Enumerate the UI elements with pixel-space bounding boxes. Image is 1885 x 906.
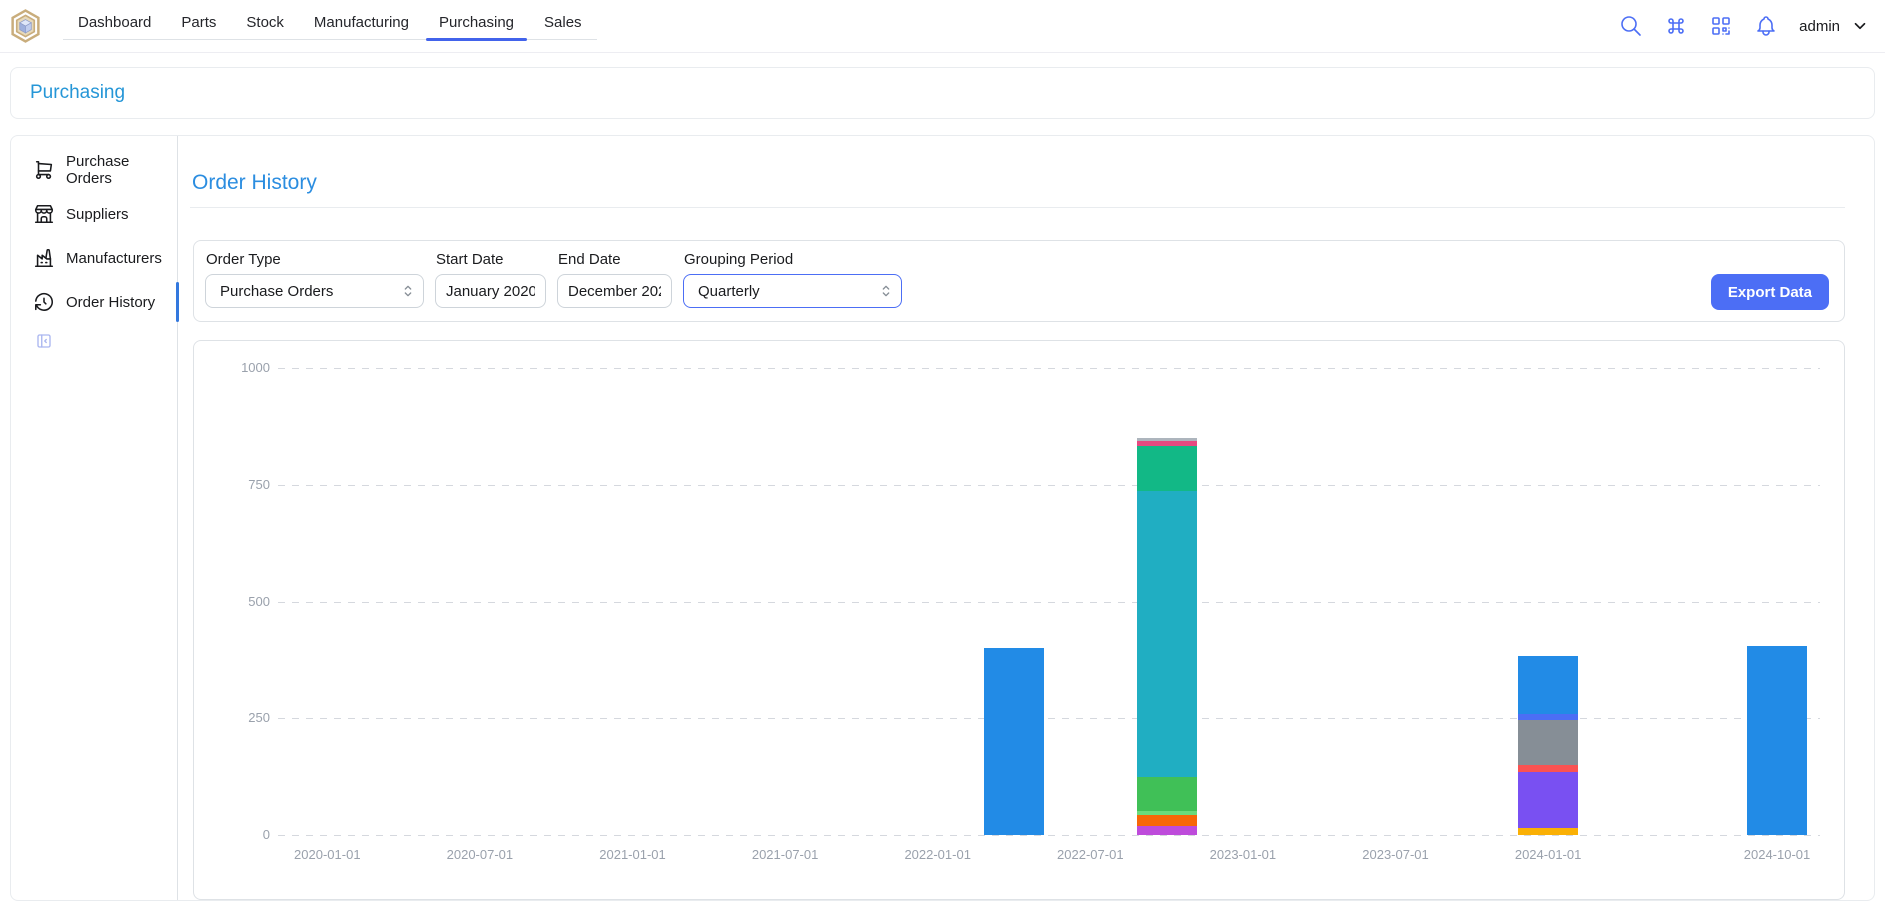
building-store-icon [33, 203, 55, 225]
x-axis-tick-label: 2020-01-01 [262, 847, 392, 863]
order-history-content: Order History Order Type Purchase Orders… [178, 136, 1874, 900]
factory-icon [33, 247, 55, 269]
x-axis-tick-label: 2020-07-01 [415, 847, 545, 863]
bar-segment [1518, 656, 1578, 714]
order-type-select[interactable]: Purchase Orders [205, 274, 424, 308]
search-icon[interactable] [1619, 14, 1643, 38]
bar-segment [1518, 720, 1578, 765]
title-divider [190, 207, 1845, 208]
selector-chevrons-icon [400, 283, 416, 299]
y-axis-tick-label: 0 [208, 827, 270, 843]
end-date-input[interactable] [558, 283, 671, 300]
x-axis-tick-label: 2021-07-01 [720, 847, 850, 863]
history-clock-icon [33, 291, 55, 313]
user-menu[interactable]: admin [1799, 17, 1869, 35]
sidebar-item-suppliers[interactable]: Suppliers [11, 192, 177, 236]
chart-gridline [278, 835, 1820, 836]
x-axis-tick-label: 2022-07-01 [1025, 847, 1155, 863]
purchasing-panel: Purchase Orders Suppliers Manufacturers … [10, 135, 1875, 901]
bar-segment [984, 648, 1044, 835]
sidebar-item-label: Purchase Orders [66, 153, 177, 187]
chart-gridline [278, 485, 1820, 486]
breadcrumb: Purchasing [10, 67, 1875, 119]
tab-parts[interactable]: Parts [166, 5, 231, 39]
inventree-logo[interactable] [10, 9, 41, 43]
x-axis-tick-label: 2022-01-01 [873, 847, 1003, 863]
page-title: Order History [192, 168, 1845, 198]
purchasing-sidebar: Purchase Orders Suppliers Manufacturers … [11, 136, 178, 900]
order-type-label: Order Type [206, 251, 424, 268]
command-palette-icon[interactable] [1664, 14, 1688, 38]
x-axis-tick-label: 2023-07-01 [1331, 847, 1461, 863]
sidebar-item-order-history[interactable]: Order History [11, 280, 177, 324]
chart-gridline [278, 602, 1820, 603]
grouping-period-value: Quarterly [698, 283, 760, 300]
end-date-label: End Date [558, 251, 672, 268]
sidebar-item-label: Suppliers [66, 206, 129, 223]
sidebar-item-purchase-orders[interactable]: Purchase Orders [11, 148, 177, 192]
x-axis-tick-label: 2024-10-01 [1712, 847, 1842, 863]
bar-segment [1518, 828, 1578, 835]
selector-chevrons-icon [878, 283, 894, 299]
breadcrumb-purchasing-link[interactable]: Purchasing [30, 82, 125, 104]
start-date-label: Start Date [436, 251, 546, 268]
tab-stock[interactable]: Stock [231, 5, 299, 39]
grouping-period-label: Grouping Period [684, 251, 902, 268]
bar-segment [1137, 491, 1197, 777]
filter-bar: Order Type Purchase Orders Start Date En… [193, 240, 1845, 322]
chevron-down-icon [1851, 17, 1869, 35]
sidebar-item-manufacturers[interactable]: Manufacturers [11, 236, 177, 280]
shopping-cart-icon [33, 159, 55, 181]
qr-scan-icon[interactable] [1709, 14, 1733, 38]
tab-manufacturing[interactable]: Manufacturing [299, 5, 424, 39]
sidebar-item-label: Manufacturers [66, 250, 162, 267]
sidebar-collapse-icon[interactable] [35, 332, 53, 350]
main-nav-tabs: Dashboard Parts Stock Manufacturing Purc… [63, 5, 597, 40]
grouping-period-select[interactable]: Quarterly [683, 274, 902, 308]
bar-segment [1518, 765, 1578, 772]
bar-segment [1137, 777, 1197, 811]
x-axis-tick-label: 2021-01-01 [568, 847, 698, 863]
tab-sales[interactable]: Sales [529, 5, 597, 39]
navbar-actions: admin [1619, 14, 1869, 38]
bar-segment [1137, 815, 1197, 826]
bar-segment [1137, 811, 1197, 815]
x-axis-tick-label: 2023-01-01 [1178, 847, 1308, 863]
bar-segment [1137, 446, 1197, 491]
export-data-button[interactable]: Export Data [1711, 274, 1829, 310]
y-axis-tick-label: 1000 [208, 360, 270, 376]
chart-gridline [278, 718, 1820, 719]
tab-dashboard[interactable]: Dashboard [63, 5, 166, 39]
y-axis-tick-label: 750 [208, 477, 270, 493]
bar-segment [1137, 826, 1197, 835]
sidebar-item-label: Order History [66, 294, 155, 311]
tab-purchasing[interactable]: Purchasing [424, 5, 529, 39]
y-axis-tick-label: 500 [208, 594, 270, 610]
y-axis-tick-label: 250 [208, 710, 270, 726]
bar-segment [1518, 772, 1578, 828]
chart-gridline [278, 368, 1820, 369]
x-axis-tick-label: 2024-01-01 [1483, 847, 1613, 863]
bar-segment [1518, 714, 1578, 720]
bar-segment [1137, 438, 1197, 441]
order-history-chart: 0 250 500 750 1000 2020-01-01 2020-07-01 2021-0… [193, 340, 1845, 900]
top-navbar: Dashboard Parts Stock Manufacturing Purc… [0, 0, 1885, 53]
user-name: admin [1799, 18, 1840, 35]
bar-segment [1747, 646, 1807, 835]
bar-segment [1137, 441, 1197, 446]
order-type-value: Purchase Orders [220, 283, 333, 300]
notification-bell-icon[interactable] [1754, 14, 1778, 38]
start-date-input[interactable] [436, 283, 545, 300]
